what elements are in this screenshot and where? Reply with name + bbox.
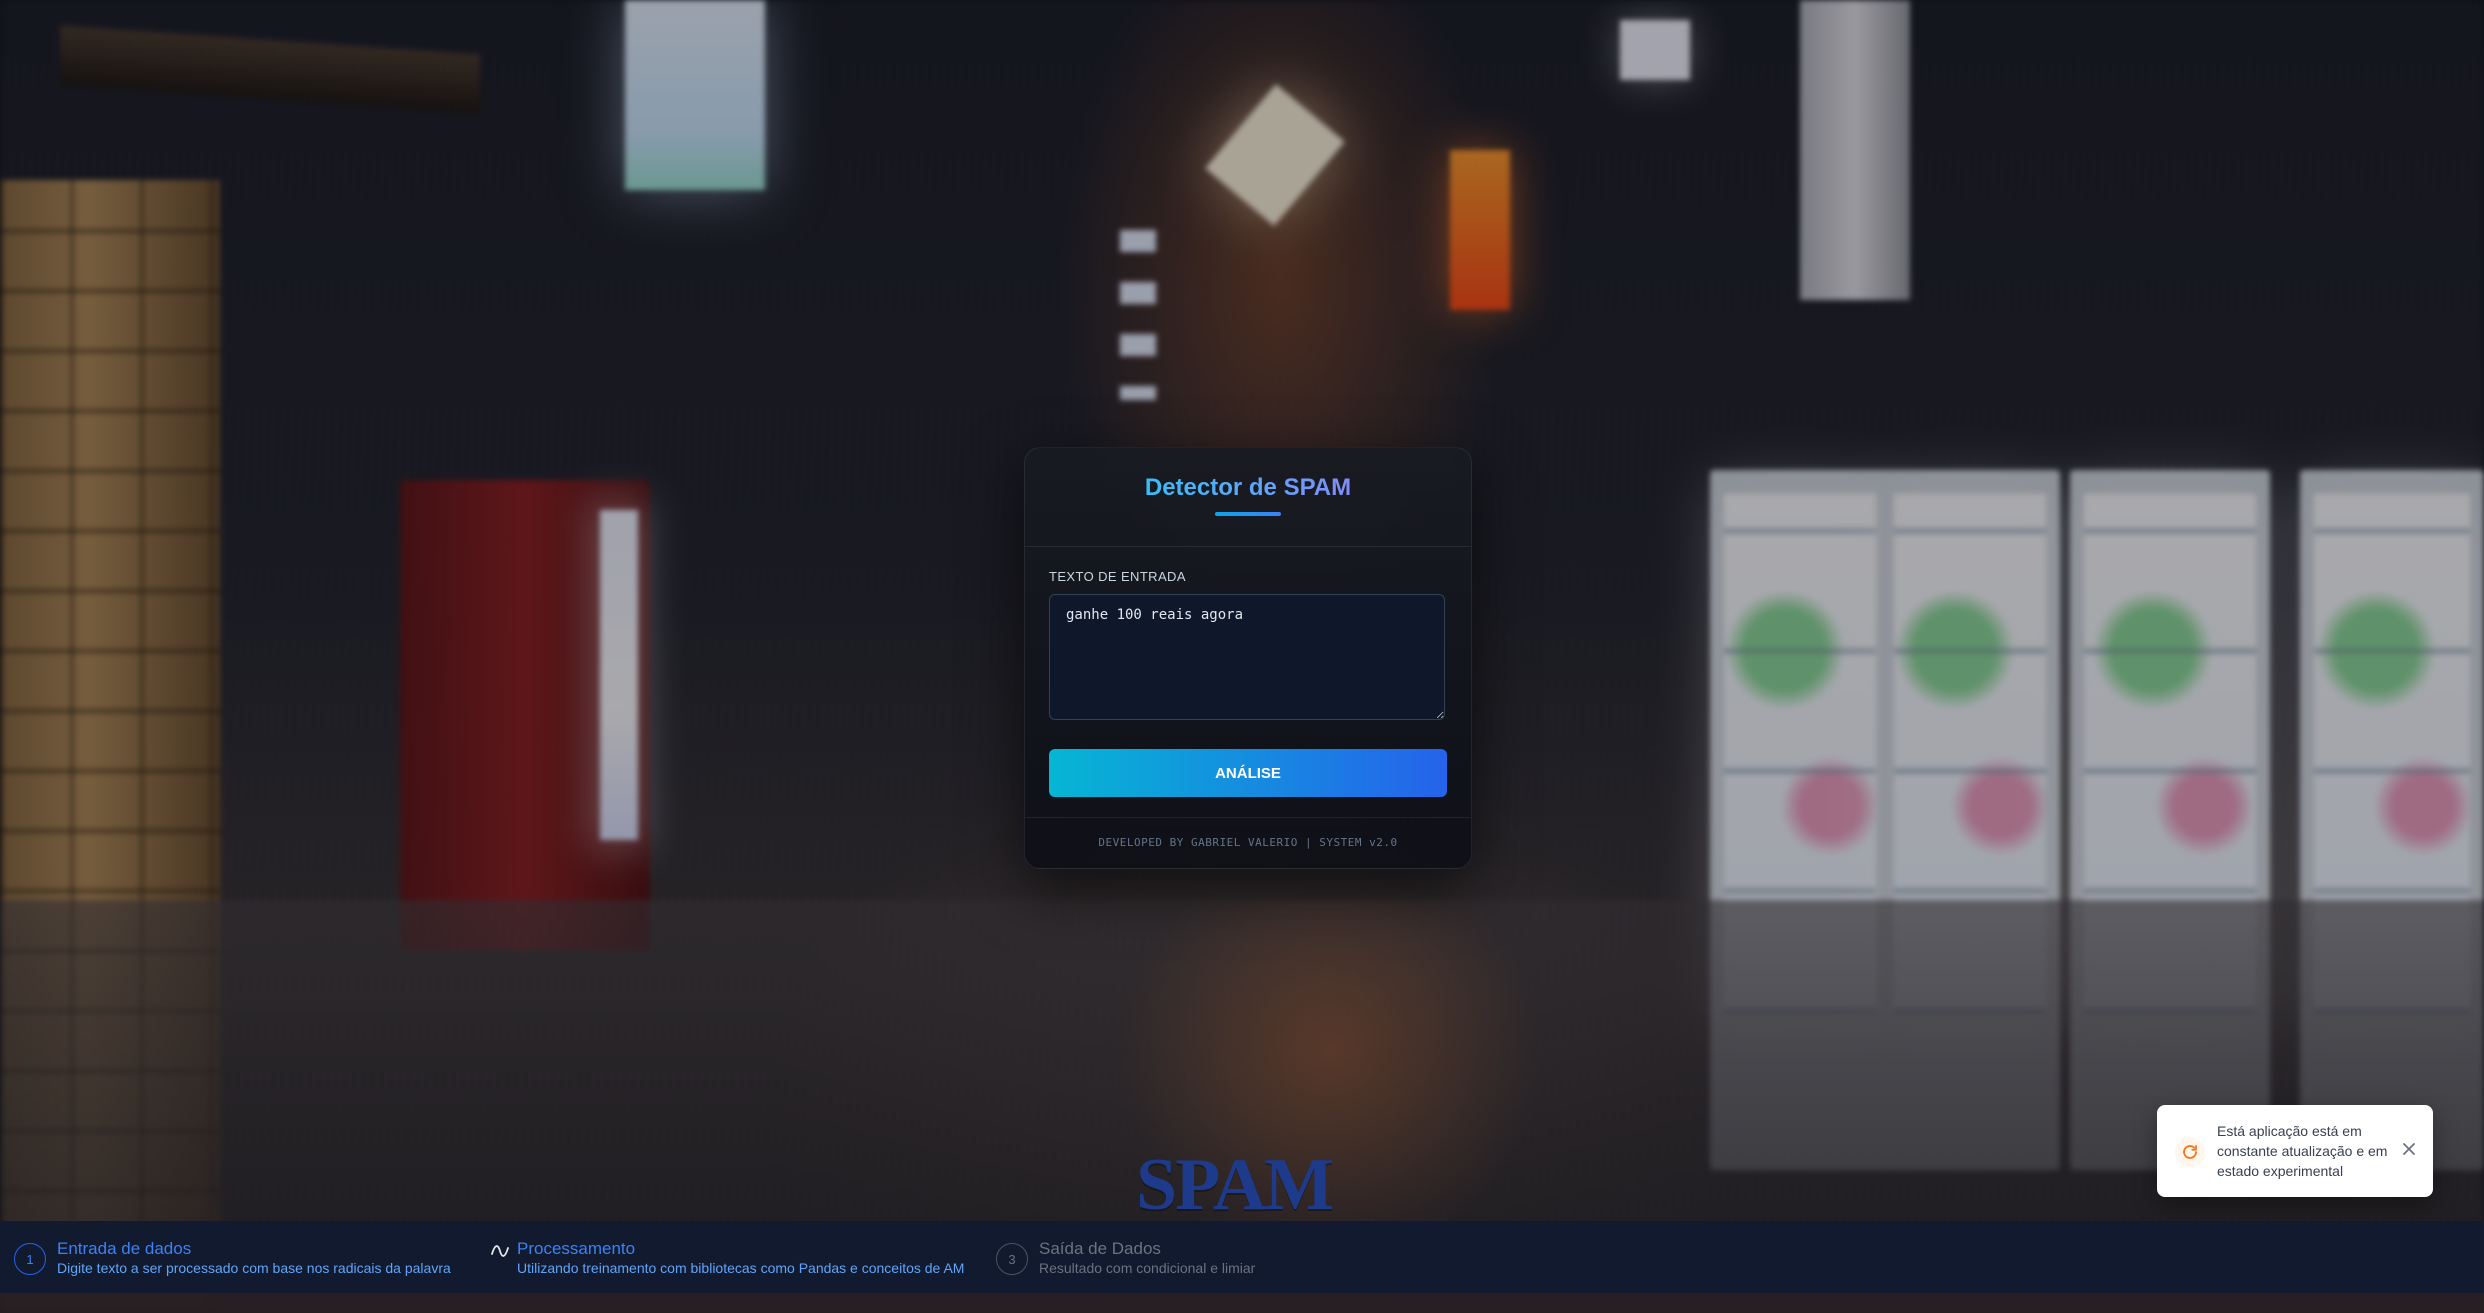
step-title: Entrada de dados	[57, 1239, 192, 1258]
progress-steps-bar: 1 Entrada de dados Digite texto a ser pr…	[0, 1221, 2484, 1293]
step-description: Utilizando treinamento com bibliotecas c…	[517, 1260, 965, 1276]
input-label: TEXTO DE ENTRADA	[1049, 569, 1186, 584]
card-header: Detector de SPAM	[1025, 448, 1471, 547]
step-number-icon: 3	[996, 1243, 1028, 1275]
step-title: Saída de Dados	[1039, 1239, 1161, 1258]
text-input[interactable]: ganhe 100 reais agora	[1049, 594, 1445, 720]
toast-message: Está aplicação está em constante atualiz…	[2217, 1123, 2388, 1179]
title-underline	[1215, 512, 1281, 516]
refresh-icon	[2175, 1137, 2205, 1167]
card-footer: DEVELOPED BY GABRIEL VALERIO | SYSTEM v2…	[1025, 817, 1471, 868]
card-body: TEXTO DE ENTRADA ganhe 100 reais agora A…	[1025, 547, 1471, 797]
step-number-icon: 1	[14, 1243, 46, 1275]
analyze-button[interactable]: ANÁLISE	[1049, 749, 1447, 797]
step-description: Digite texto a ser processado com base n…	[57, 1260, 451, 1276]
card-title: Detector de SPAM	[1144, 474, 1352, 501]
background-strip	[0, 1293, 2484, 1313]
spam-logo: SPAM	[1136, 1144, 1334, 1226]
notification-toast: Está aplicação está em constante atualiz…	[2157, 1105, 2433, 1197]
spam-detector-card: Detector de SPAM TEXTO DE ENTRADA ganhe …	[1024, 447, 1472, 869]
step-description: Resultado com condicional e limiar	[1039, 1260, 1256, 1276]
wave-icon	[490, 1241, 510, 1261]
step-title: Processamento	[517, 1239, 636, 1258]
close-icon[interactable]	[2399, 1139, 2419, 1159]
